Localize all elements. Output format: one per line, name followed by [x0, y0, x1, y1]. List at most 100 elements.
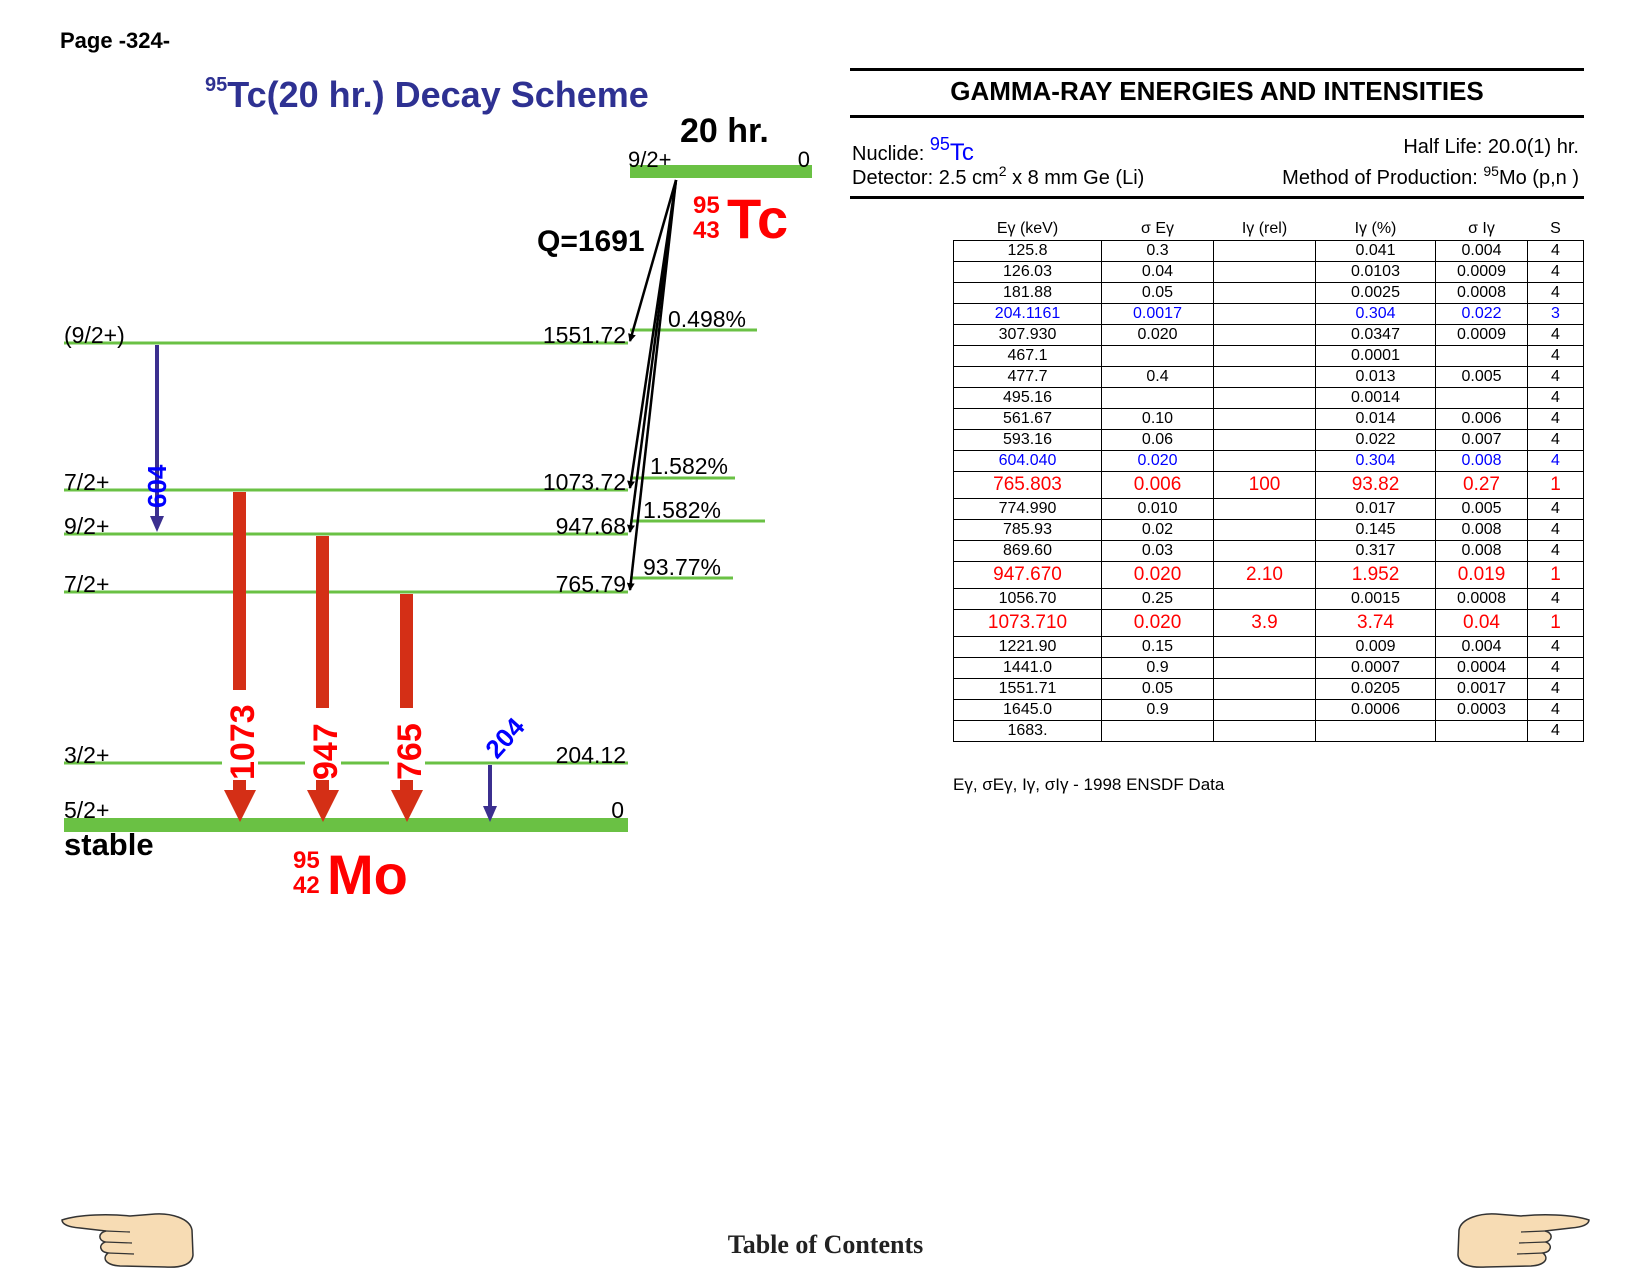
- parent-energy: 0: [798, 147, 810, 172]
- cell-source: 4: [1527, 282, 1584, 304]
- parent-atomic-number: 43: [693, 217, 720, 244]
- q-value: Q=1691: [537, 225, 645, 258]
- table-row: 495.16 0.0014 4: [953, 387, 1584, 409]
- nuclide-label: Nuclide:: [852, 143, 925, 165]
- method-mass: 95: [1483, 163, 1499, 179]
- table-row: 561.67 0.10 0.014 0.006 4: [953, 408, 1584, 430]
- cell-source: 4: [1527, 588, 1584, 610]
- cell-energy: 477.7: [953, 366, 1102, 388]
- cell-energy-uncertainty: [1101, 345, 1214, 367]
- cell-energy: 785.93: [953, 519, 1102, 541]
- cell-relative-intensity: [1213, 408, 1316, 430]
- table-row: 1551.71 0.05 0.0205 0.0017 4: [953, 678, 1584, 700]
- cell-intensity-uncertainty: 0.0009: [1435, 324, 1528, 346]
- table-header-row: Eγ (keV) σ Eγ Iγ (rel) Iγ (%) σ Iγ S: [954, 210, 1584, 241]
- cell-energy-uncertainty: 0.020: [1101, 324, 1214, 346]
- production-method-info: Method of Production: 95Mo (p,n ): [1282, 163, 1579, 190]
- cell-energy-uncertainty: 0.03: [1101, 540, 1214, 562]
- cell-percent-intensity: 0.304: [1315, 303, 1436, 325]
- nuclide-element: Tc: [949, 139, 974, 166]
- cell-energy-uncertainty: 0.020: [1101, 561, 1214, 589]
- parent-mass-number: 95: [693, 192, 720, 219]
- cell-source: 4: [1527, 387, 1584, 409]
- table-row: 1221.90 0.15 0.009 0.004 4: [953, 636, 1584, 658]
- cell-relative-intensity: [1213, 498, 1316, 520]
- cell-relative-intensity: [1213, 282, 1316, 304]
- cell-source: 4: [1527, 429, 1584, 451]
- cell-source: 4: [1527, 678, 1584, 700]
- level-spin-204: 3/2+: [64, 742, 109, 768]
- cell-source: 4: [1527, 366, 1584, 388]
- header-rule-bottom: [850, 196, 1584, 199]
- table-row: 467.1 0.0001 4: [953, 345, 1584, 367]
- cell-relative-intensity: [1213, 678, 1316, 700]
- cell-percent-intensity: 0.017: [1315, 498, 1436, 520]
- method-text: Method of Production:: [1282, 167, 1484, 189]
- cell-source: 4: [1527, 345, 1584, 367]
- cell-relative-intensity: [1213, 657, 1316, 679]
- cell-relative-intensity: [1213, 303, 1316, 325]
- cell-relative-intensity: [1213, 519, 1316, 541]
- cell-relative-intensity: [1213, 240, 1316, 262]
- method-text-rest: Mo (p,n ): [1498, 167, 1579, 189]
- table-row: 181.88 0.05 0.0025 0.0008 4: [953, 282, 1584, 304]
- level-spin-765: 7/2+: [64, 571, 109, 597]
- cell-energy-uncertainty: 0.020: [1101, 450, 1214, 472]
- cell-energy: 1221.90: [953, 636, 1102, 658]
- nuclide-symbol: 95Tc: [930, 134, 974, 166]
- cell-source: 1: [1527, 561, 1584, 589]
- cell-energy-uncertainty: 0.006: [1101, 471, 1214, 499]
- cell-intensity-uncertainty: 0.004: [1435, 240, 1528, 262]
- next-page-hand-icon[interactable]: [1456, 1210, 1591, 1270]
- cell-energy: 947.670: [953, 561, 1102, 589]
- cell-energy-uncertainty: [1101, 720, 1214, 742]
- cell-energy: 181.88: [953, 282, 1102, 304]
- cell-percent-intensity: 1.952: [1315, 561, 1436, 589]
- cell-intensity-uncertainty: [1435, 720, 1528, 742]
- cell-source: 4: [1527, 657, 1584, 679]
- cell-energy: 765.803: [953, 471, 1102, 499]
- cell-relative-intensity: [1213, 429, 1316, 451]
- branch-1551: 0.498%: [668, 306, 746, 332]
- col-header-relative-intensity: Iγ (rel): [1241, 220, 1288, 237]
- level-energy-ground: 0: [611, 797, 624, 823]
- table-of-contents-link[interactable]: Table of Contents: [0, 1230, 1651, 1260]
- table-footnote: Eγ, σEγ, Iγ, σIγ - 1998 ENSDF Data: [953, 775, 1225, 794]
- cell-percent-intensity: 0.145: [1315, 519, 1436, 541]
- col-header-energy-uncertainty: σ Eγ: [1141, 220, 1174, 237]
- cell-source: 4: [1527, 498, 1584, 520]
- cell-percent-intensity: 0.0007: [1315, 657, 1436, 679]
- cell-energy-uncertainty: [1101, 387, 1214, 409]
- table-row: 1056.70 0.25 0.0015 0.0008 4: [953, 588, 1584, 610]
- gamma-label-1073: 1073: [224, 704, 262, 780]
- table-row: 785.93 0.02 0.145 0.008 4: [953, 519, 1584, 541]
- cell-energy: 126.03: [953, 261, 1102, 283]
- cell-energy-uncertainty: 0.06: [1101, 429, 1214, 451]
- parent-spin: 9/2+: [628, 147, 671, 172]
- cell-energy: 1056.70: [953, 588, 1102, 610]
- gamma-label-604: 604: [142, 464, 172, 508]
- cell-energy: 1073.710: [953, 609, 1102, 637]
- gamma-table-title: GAMMA-RAY ENERGIES AND INTENSITIES: [950, 76, 1484, 106]
- col-header-source: S: [1550, 220, 1561, 237]
- cell-intensity-uncertainty: 0.0009: [1435, 261, 1528, 283]
- level-energy-1551: 1551.72: [543, 322, 626, 348]
- nuclide-mass: 95: [929, 134, 950, 154]
- level-energy-765: 765.79: [556, 571, 626, 597]
- parent-symbol: Tc: [727, 187, 788, 250]
- cell-energy: 307.930: [953, 324, 1102, 346]
- cell-relative-intensity: [1213, 636, 1316, 658]
- cell-source: 1: [1527, 609, 1584, 637]
- gamma-arrow-604-head: [150, 516, 164, 532]
- cell-percent-intensity: 0.304: [1315, 450, 1436, 472]
- cell-intensity-uncertainty: 0.27: [1435, 471, 1528, 499]
- branch-765: 93.77%: [643, 554, 721, 580]
- cell-percent-intensity: 0.0347: [1315, 324, 1436, 346]
- cell-energy-uncertainty: 0.25: [1101, 588, 1214, 610]
- table-row: 765.803 0.006 100 93.82 0.27 1: [953, 471, 1584, 499]
- header-rule-middle: [850, 115, 1584, 118]
- cell-relative-intensity: [1213, 261, 1316, 283]
- cell-energy: 1551.71: [953, 678, 1102, 700]
- half-life-info: Half Life: 20.0(1) hr.: [1403, 136, 1579, 158]
- cell-percent-intensity: 0.0205: [1315, 678, 1436, 700]
